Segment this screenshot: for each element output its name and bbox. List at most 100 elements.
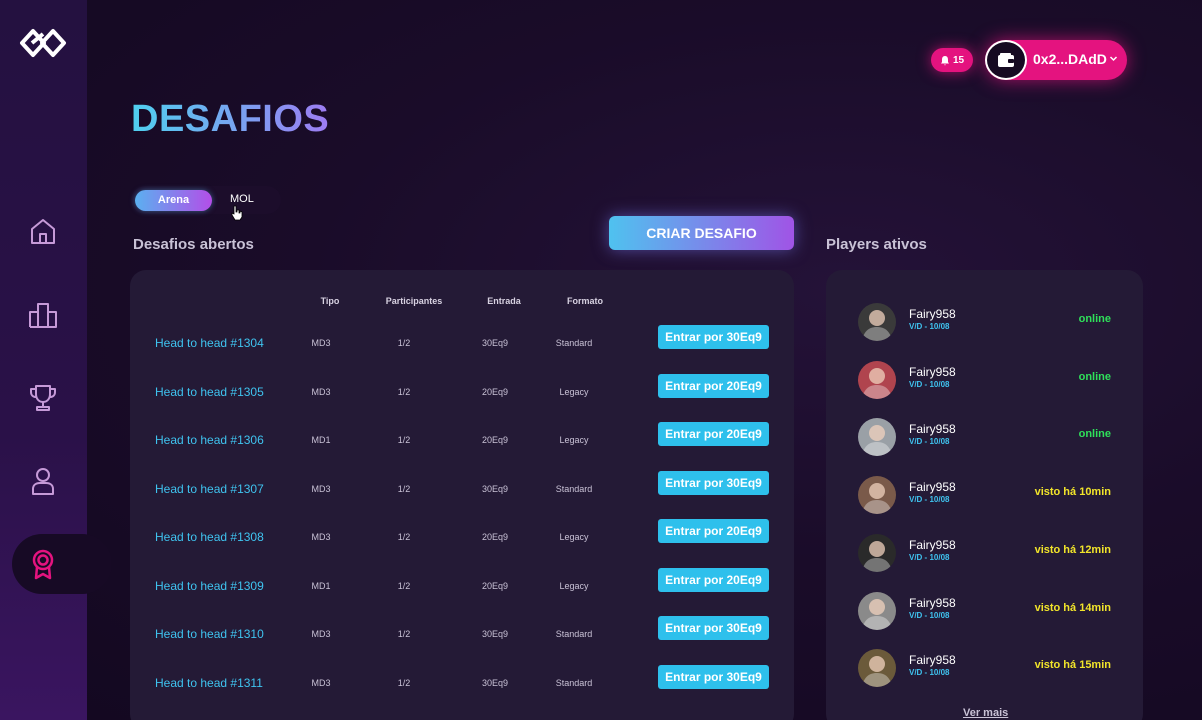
challenge-formato: Legacy [559,532,589,542]
player-status: online [1078,428,1111,441]
player-record: V/D - 10/08 [909,552,950,562]
column-header-tipo: Tipo [320,296,340,306]
challenge-entrada: 20Eq9 [481,532,509,542]
player-name: Fairy958 [909,653,956,668]
avatar [858,360,896,399]
join-challenge-button[interactable]: Entrar por 30Eq9 [658,664,769,689]
player-item[interactable]: Fairy958 V/D - 10/08 visto há 14min [826,591,1143,642]
trophy-icon[interactable] [27,382,59,414]
create-challenge-button[interactable]: CRIAR DESAFIO [609,216,794,250]
challenge-tipo: MD1 [311,435,331,445]
active-players-title: Players ativos [826,236,927,253]
challenge-name[interactable]: Head to head #1306 [155,433,264,447]
logo-icon[interactable] [18,26,68,60]
tab-mol[interactable]: MOL [230,193,254,205]
column-header-entrada: Entrada [487,296,521,306]
player-name: Fairy958 [909,307,956,321]
challenge-entrada: 30Eq9 [481,677,509,688]
hand-cursor-icon [231,205,243,221]
join-challenge-button[interactable]: Entrar por 30Eq9 [658,470,769,495]
player-item[interactable]: Fairy958 V/D - 10/08 online [826,303,1143,353]
join-challenge-button[interactable]: Entrar por 30Eq9 [658,616,769,640]
player-record: V/D - 10/08 [909,610,950,620]
challenge-tipo: MD1 [311,580,331,591]
wallet-address: 0x2...DAdD [1033,51,1107,67]
join-challenge-button[interactable]: Entrar por 20Eq9 [658,373,769,398]
wallet-button[interactable]: 0x2...DAdD [985,40,1127,80]
challenge-name[interactable]: Head to head #1311 [155,676,263,690]
challenge-name[interactable]: Head to head #1308 [155,530,264,544]
player-status: online [1078,370,1111,383]
player-name: Fairy958 [909,595,956,610]
home-icon[interactable] [27,215,59,247]
challenge-formato: Legacy [559,580,589,591]
table-row: Head to head #1311 MD3 1/2 30Eq9 Standar… [130,664,794,720]
join-challenge-button[interactable]: Entrar por 20Eq9 [658,422,769,446]
join-challenge-button[interactable]: Entrar por 20Eq9 [658,567,769,592]
avatar [858,591,896,630]
player-status: visto há 10min [1034,486,1111,499]
column-header-participantes: Participantes [385,296,443,306]
player-record: V/D - 10/08 [909,437,950,447]
challenge-formato: Standard [555,338,593,348]
player-name: Fairy958 [909,364,956,379]
page-title: DESAFIOS [131,98,330,140]
avatar [858,476,896,515]
player-item[interactable]: Fairy958 V/D - 10/08 online [826,418,1143,468]
challenge-participantes: 1/2 [397,580,411,591]
challenge-name[interactable]: Head to head #1304 [155,336,264,350]
join-challenge-button[interactable]: Entrar por 20Eq9 [658,519,769,543]
player-record: V/D - 10/08 [909,322,950,331]
challenge-participantes: 1/2 [397,386,411,397]
wallet-icon-container [985,40,1027,80]
challenge-participantes: 1/2 [397,435,411,445]
player-name: Fairy958 [909,422,956,437]
challenge-tipo: MD3 [311,629,331,639]
chevron-down-icon [1109,56,1118,62]
player-item[interactable]: Fairy958 V/D - 10/08 online [826,360,1143,411]
avatar [858,303,896,341]
challenge-name[interactable]: Head to head #1307 [155,482,264,496]
challenge-formato: Legacy [559,435,589,445]
challenge-formato: Legacy [559,386,589,397]
tab-arena[interactable]: Arena [135,190,212,211]
badge-icon[interactable] [27,548,59,580]
profile-icon[interactable] [27,465,59,497]
player-item[interactable]: Fairy958 V/D - 10/08 visto há 15min [826,649,1143,699]
player-item[interactable]: Fairy958 V/D - 10/08 visto há 10min [826,476,1143,526]
see-more-link[interactable]: Ver mais [963,707,1008,719]
player-record: V/D - 10/08 [909,495,950,505]
challenge-tipo: MD3 [311,338,331,348]
player-name: Fairy958 [909,537,956,552]
wallet-icon [998,52,1014,67]
player-status: visto há 15min [1034,659,1111,672]
challenge-participantes: 1/2 [397,483,411,494]
challenge-formato: Standard [555,677,593,688]
challenge-entrada: 20Eq9 [481,435,509,445]
join-challenge-button[interactable]: Entrar por 30Eq9 [658,325,769,349]
sidebar [0,0,87,720]
challenge-name[interactable]: Head to head #1309 [155,579,264,593]
ranking-icon[interactable] [27,299,59,331]
challenge-tipo: MD3 [311,483,331,494]
open-challenges-title: Desafios abertos [133,236,254,253]
notifications-count: 15 [952,54,965,66]
challenge-tipo: MD3 [311,532,331,542]
challenge-name[interactable]: Head to head #1305 [155,385,264,399]
challenge-participantes: 1/2 [397,629,411,639]
avatar [858,649,896,688]
player-item[interactable]: Fairy958 V/D - 10/08 visto há 12min [826,533,1143,584]
player-record: V/D - 10/08 [909,379,950,389]
challenge-name[interactable]: Head to head #1310 [155,627,264,641]
notifications-button[interactable]: 15 [931,48,973,72]
challenge-entrada: 20Eq9 [481,580,509,591]
mode-tabs: Arena MOL [131,186,281,214]
challenge-formato: Standard [555,483,593,494]
player-status: online [1078,313,1111,325]
challenge-entrada: 20Eq9 [481,386,509,397]
challenge-entrada: 30Eq9 [481,483,509,494]
player-status: visto há 14min [1034,601,1111,614]
challenge-entrada: 30Eq9 [481,338,509,348]
bell-icon [940,55,949,65]
challenge-tipo: MD3 [311,386,331,397]
